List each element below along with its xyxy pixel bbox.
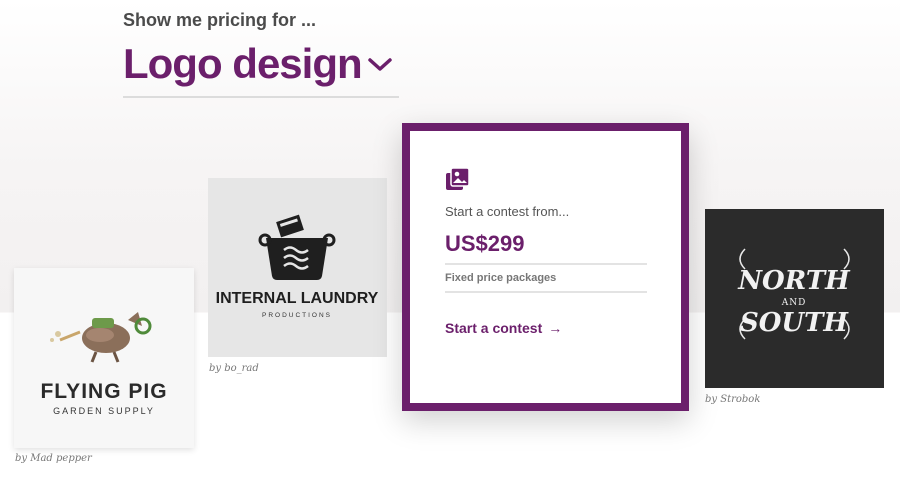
contest-price: US$299 <box>445 231 525 256</box>
start-contest-link[interactable]: Start a contest → <box>445 320 562 336</box>
start-contest-label: Start a contest <box>445 320 543 336</box>
contest-from-label: Start a contest from... <box>445 204 570 219</box>
flying-pig-logo: FLYING PIG GARDEN SUPPLY <box>40 312 167 416</box>
portfolio-card-internal-laundry[interactable]: INTERNAL LAUNDRY PRODUCTIONS <box>208 178 387 357</box>
divider <box>445 263 647 265</box>
designer-credit[interactable]: by Strobok <box>705 394 760 405</box>
internal-laundry-logo-subtitle: PRODUCTIONS <box>262 312 332 319</box>
flying-pig-logo-subtitle: GARDEN SUPPLY <box>53 406 155 416</box>
contest-pricing-card: Start a contest from... US$299 Fixed pri… <box>402 123 689 411</box>
portfolio-card-flying-pig[interactable]: FLYING PIG GARDEN SUPPLY <box>14 268 194 448</box>
portfolio-card-north-and-south[interactable]: NORTH AND SOUTH <box>705 209 884 388</box>
internal-laundry-logo-title: INTERNAL LAUNDRY <box>216 290 379 307</box>
south-logo-word: SOUTH <box>740 308 849 338</box>
north-logo-word: NORTH <box>737 266 851 296</box>
and-logo-word: AND <box>781 298 807 308</box>
flying-pig-logo-title: FLYING PIG <box>40 380 167 403</box>
category-dropdown[interactable]: Logo design <box>123 40 399 98</box>
north-and-south-logo: NORTH AND SOUTH <box>737 248 851 340</box>
fixed-price-packages-link[interactable]: Fixed price packages <box>445 272 556 284</box>
arrow-right-icon: → <box>548 320 563 336</box>
pricing-eyebrow: Show me pricing for ... <box>123 10 317 30</box>
photos-icon <box>446 167 470 190</box>
selected-category: Logo design <box>123 40 363 87</box>
divider <box>445 291 647 293</box>
designer-credit[interactable]: by Mad pepper <box>15 453 92 464</box>
chevron-down-icon[interactable] <box>367 56 393 74</box>
designer-credit[interactable]: by bo_rad <box>209 363 259 374</box>
internal-laundry-logo: INTERNAL LAUNDRY PRODUCTIONS <box>216 214 379 319</box>
